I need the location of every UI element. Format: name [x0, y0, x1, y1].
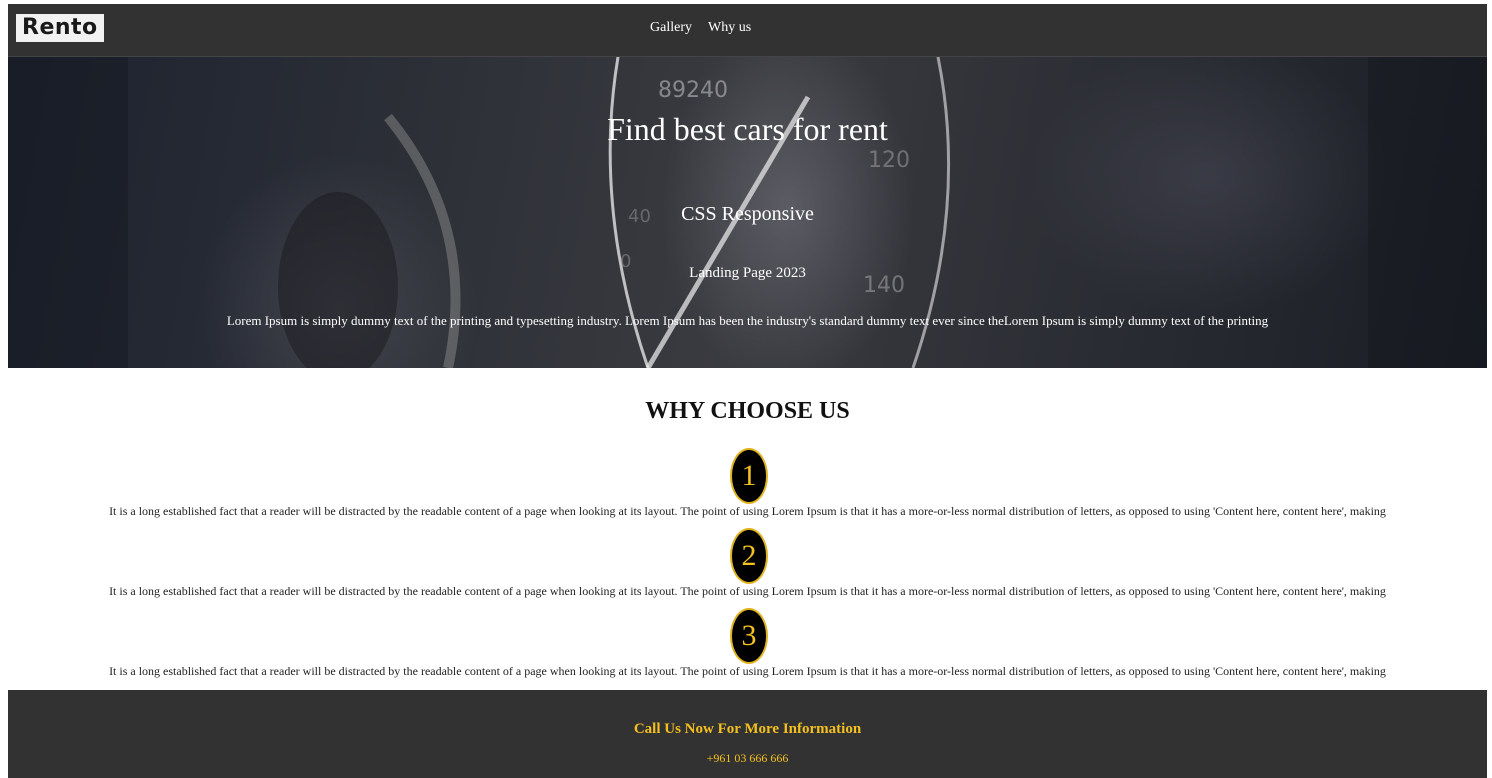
reason-text: It is a long established fact that a rea… [109, 504, 1386, 518]
nav-link-why-us[interactable]: Why us [708, 20, 751, 36]
section-title: WHY CHOOSE US [645, 398, 850, 424]
footer-phone[interactable]: +961 03 666 666 [8, 751, 1487, 766]
hero-content: Find best cars for rent CSS Responsive L… [8, 57, 1487, 368]
nav-link-gallery[interactable]: Gallery [650, 20, 692, 36]
hero-tagline: Landing Page 2023 [689, 265, 806, 281]
hero-subtitle: CSS Responsive [681, 203, 814, 225]
reason-number-badge: 1 [730, 448, 768, 504]
reason-text: It is a long established fact that a rea… [109, 664, 1386, 678]
navbar: Rento Gallery Why us [8, 4, 1487, 57]
logo[interactable]: Rento [16, 14, 104, 42]
footer-title: Call Us Now For More Information [633, 721, 862, 737]
reason-number-badge: 3 [730, 608, 768, 664]
hero-description: Lorem Ipsum is simply dummy text of the … [226, 313, 1269, 328]
nav-links: Gallery Why us [650, 20, 751, 36]
footer: Call Us Now For More Information +961 03… [8, 690, 1487, 778]
hero-title: Find best cars for rent [607, 111, 888, 147]
hero-banner: 89240 40 0 140 120 Find best cars for re… [8, 57, 1487, 368]
reason-text: It is a long established fact that a rea… [109, 584, 1386, 598]
reason-number-badge: 2 [730, 528, 768, 584]
page: Rento Gallery Why us 89240 40 0 140 120 [8, 4, 1487, 691]
why-choose-us-section: WHY CHOOSE US 1 It is a long established… [8, 368, 1487, 691]
